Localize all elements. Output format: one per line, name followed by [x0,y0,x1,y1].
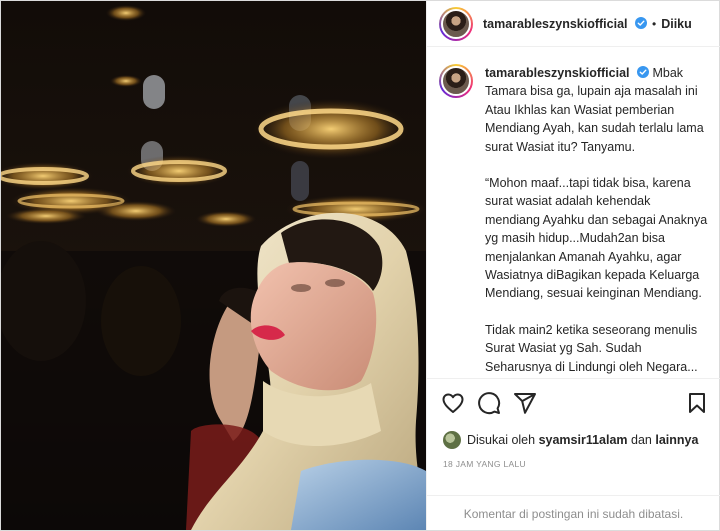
likes-summary[interactable]: Disukai oleh syamsir11alam dan lainnya [443,431,698,449]
caption-area: tamarableszynskiofficial Mbak Tamara bis… [427,48,720,376]
share-icon[interactable] [513,391,537,415]
author-avatar[interactable] [439,6,473,41]
author-username[interactable]: tamarableszynskiofficial [483,16,647,31]
comments-disabled-notice: Komentar di postingan ini sudah dibatasi… [427,495,720,531]
likes-user[interactable]: syamsir11alam [539,433,628,447]
post-photo[interactable] [1,1,426,530]
likes-conj: dan [631,433,652,447]
post-header: tamarableszynskiofficial • Diiku [427,1,720,47]
post-timestamp[interactable]: 18 JAM YANG LALU [443,459,526,469]
bookmark-icon[interactable] [685,391,709,415]
caption-username[interactable]: tamarableszynskiofficial [485,66,630,80]
photo-image [1,1,426,530]
author-username-text[interactable]: tamarableszynskiofficial [483,17,628,31]
caption-avatar[interactable] [439,64,473,98]
comment-icon[interactable] [477,391,501,415]
post-panel: tamarableszynskiofficial • Diiku tamarab… [426,1,720,530]
action-bar [441,391,709,417]
caption-paragraph-2: “Mohon maaf...tapi tidak bisa, karena su… [485,176,708,301]
likes-prefix: Disukai oleh [467,433,536,447]
caption-paragraph-3: Tidak main2 ketika seseorang menulis Sur… [485,322,698,374]
verified-icon [637,66,649,78]
post-caption: tamarableszynskiofficial Mbak Tamara bis… [485,64,708,376]
verified-icon [635,16,647,29]
header-separator: • [652,16,657,31]
likes-others[interactable]: lainnya [655,433,698,447]
follow-status-button[interactable]: Diiku [661,17,692,31]
liker-avatar[interactable] [443,431,461,449]
post-actions-section: Disukai oleh syamsir11alam dan lainnya 1… [427,378,720,530]
heart-icon[interactable] [441,391,465,415]
